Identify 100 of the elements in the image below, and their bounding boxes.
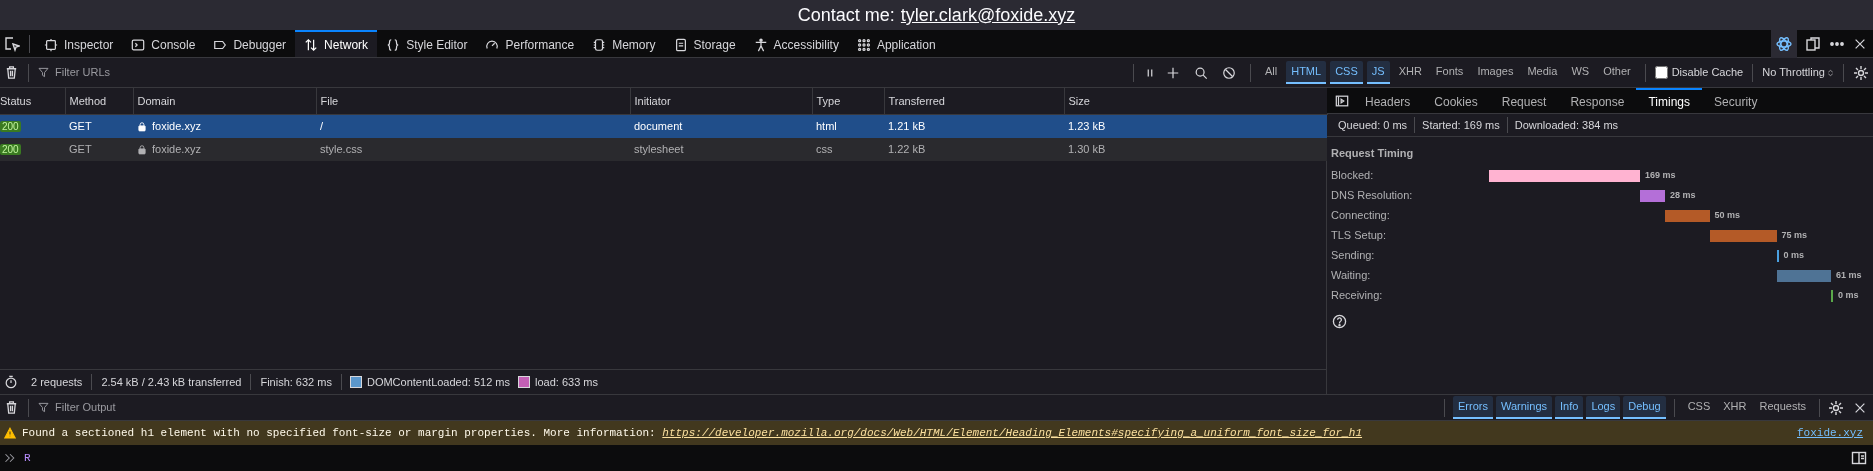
braces-icon [386,37,401,52]
type-filter-button[interactable]: Images [1472,61,1519,84]
toolbox-tab[interactable]: Console [122,30,205,57]
search-icon[interactable] [1193,65,1208,80]
filter-field[interactable]: Filter URLs [53,63,253,82]
timing-value: 28 ms [1669,188,1696,202]
timing-label: Waiting: [1331,268,1372,284]
table-cell: 1.22 kB [884,137,1064,161]
table-cell: css [812,137,884,161]
toolbox-tab[interactable]: Memory [583,30,665,57]
chip-icon [592,37,607,52]
frame-icon [44,37,58,52]
type-filter-button[interactable]: XHR [1393,61,1427,84]
type-filter-button[interactable]: Media [1522,61,1563,84]
column-header[interactable]: Size [1064,88,1327,114]
timing-label: Connecting: [1331,208,1391,224]
column-header[interactable]: Method [65,88,133,114]
console-input[interactable]: R [0,445,1873,471]
status-text: Finish: 632 ms [251,373,342,391]
column-header[interactable]: Domain [133,88,316,114]
plus-icon[interactable] [1165,65,1180,80]
warning-icon [4,427,16,439]
level-filter-button[interactable]: Debug [1623,396,1666,419]
type-filter-button[interactable]: All [1259,61,1283,84]
toolbox-tab[interactable]: Network [295,30,378,57]
level-filter-button[interactable]: Errors [1453,396,1493,419]
column-header[interactable]: Transferred [884,88,1064,114]
warning-message: Found a sectioned h1 element with no specified font-size or margin properties. More information: https://developer.mozilla.org/docs/Web/HTML/Element/Heading_Elements#specifying_a_uniform_font_size_for_h1 [22,425,1363,441]
timing-label: DNS Resolution: [1331,188,1414,204]
level-filter-button[interactable]: Warnings [1495,396,1552,419]
type-filter-button[interactable]: Other [1598,61,1636,84]
email-link[interactable]: tyler.clark@foxide.xyz [900,6,1076,24]
status-text: load: 633 ms [535,374,598,390]
timing-value: 75 ms [1781,228,1808,242]
console-input[interactable]: R [22,448,1845,468]
status-text: DOMContentLoaded: 512 ms [366,374,511,390]
details-tab[interactable]: Cookies [1422,88,1490,113]
settings-icon[interactable] [1853,64,1869,81]
throttling-dropdown[interactable]: No Throttling [1762,64,1834,81]
panel-toggle-icon[interactable] [1335,93,1349,108]
disable-cache-checkbox[interactable] [1654,66,1668,79]
timing-label: Sending: [1331,248,1376,264]
timing-value: 61 ms [1836,268,1862,282]
toolbox-tab[interactable]: Accessibility [744,30,848,57]
block-icon[interactable] [1221,65,1236,80]
contact-label: Contact me: [797,6,895,24]
column-header[interactable]: Type [812,88,884,114]
summary-text: Queued: 0 ms [1331,116,1416,134]
type-filter-button[interactable]: XHR [1718,396,1752,419]
toolbox-tab[interactable]: Application [847,30,945,57]
table-cell: GET [65,137,133,161]
type-filter-button[interactable]: CSS [1682,396,1716,419]
docs-link[interactable]: https://developer.mozilla.org/docs/Web/HTML/Element/Heading_Elements#specifying_a_uniform_font_size_for_h1 [662,426,1363,439]
details-tab[interactable]: Request [1489,88,1559,113]
lock-icon [137,120,147,132]
trash-icon[interactable] [4,65,19,80]
details-tab[interactable]: Headers [1353,88,1423,113]
help-icon[interactable] [1332,313,1347,329]
stopwatch-icon[interactable] [4,375,18,389]
timing-value: 50 ms [1714,208,1741,222]
details-tab[interactable]: Timings [1636,88,1703,113]
details-tab[interactable]: Security [1702,88,1770,113]
settings-icon[interactable] [1828,399,1844,416]
level-filter-button[interactable]: Info [1555,396,1584,419]
toolbox-tab[interactable]: Performance [476,30,584,57]
source-link[interactable]: foxide.xyz [1797,424,1863,442]
dock-icon[interactable] [1805,35,1821,52]
toolbox-tab[interactable]: Inspector [35,30,123,57]
table-cell: stylesheet [630,137,812,161]
column-header[interactable]: Status [0,88,65,114]
lock-icon [137,143,147,155]
type-filter-button[interactable]: HTML [1286,61,1327,84]
toolbox-tab[interactable]: Debugger [204,30,296,57]
column-header[interactable]: Initiator [630,88,812,114]
sidebar-icon[interactable] [1851,450,1867,466]
toolbox-tab[interactable]: Style Editor [377,30,477,57]
status-code-badge: 200 [0,120,21,132]
table-cell: / [316,114,630,138]
timing-value: 0 ms [1783,248,1805,262]
summary-text: Started: 169 ms [1415,116,1508,134]
level-filter-button[interactable]: Logs [1586,396,1621,419]
console-icon [131,37,146,52]
type-filter-button[interactable]: CSS [1330,61,1363,84]
funnel-icon [38,402,49,413]
column-header[interactable]: File [316,88,630,114]
type-filter-button[interactable]: Fonts [1430,61,1469,84]
timing-value: 0 ms [1838,288,1859,302]
type-filter-button[interactable]: JS [1366,61,1390,84]
funnel-icon [38,67,49,78]
atom-icon[interactable] [1776,35,1792,52]
filter-field[interactable]: Filter Output [53,398,253,417]
type-filter-button[interactable]: WS [1566,61,1595,84]
trash-icon[interactable] [4,400,19,415]
status-text: 2.54 kB / 2.43 kB transferred [92,373,252,391]
arrows-icon [304,37,319,52]
table-cell-text: foxide.xyz [152,118,201,134]
type-filter-button[interactable]: Requests [1754,396,1811,419]
details-tab[interactable]: Response [1558,88,1637,113]
timing-label: Receiving: [1331,288,1384,304]
toolbox-tab[interactable]: Storage [664,30,745,57]
